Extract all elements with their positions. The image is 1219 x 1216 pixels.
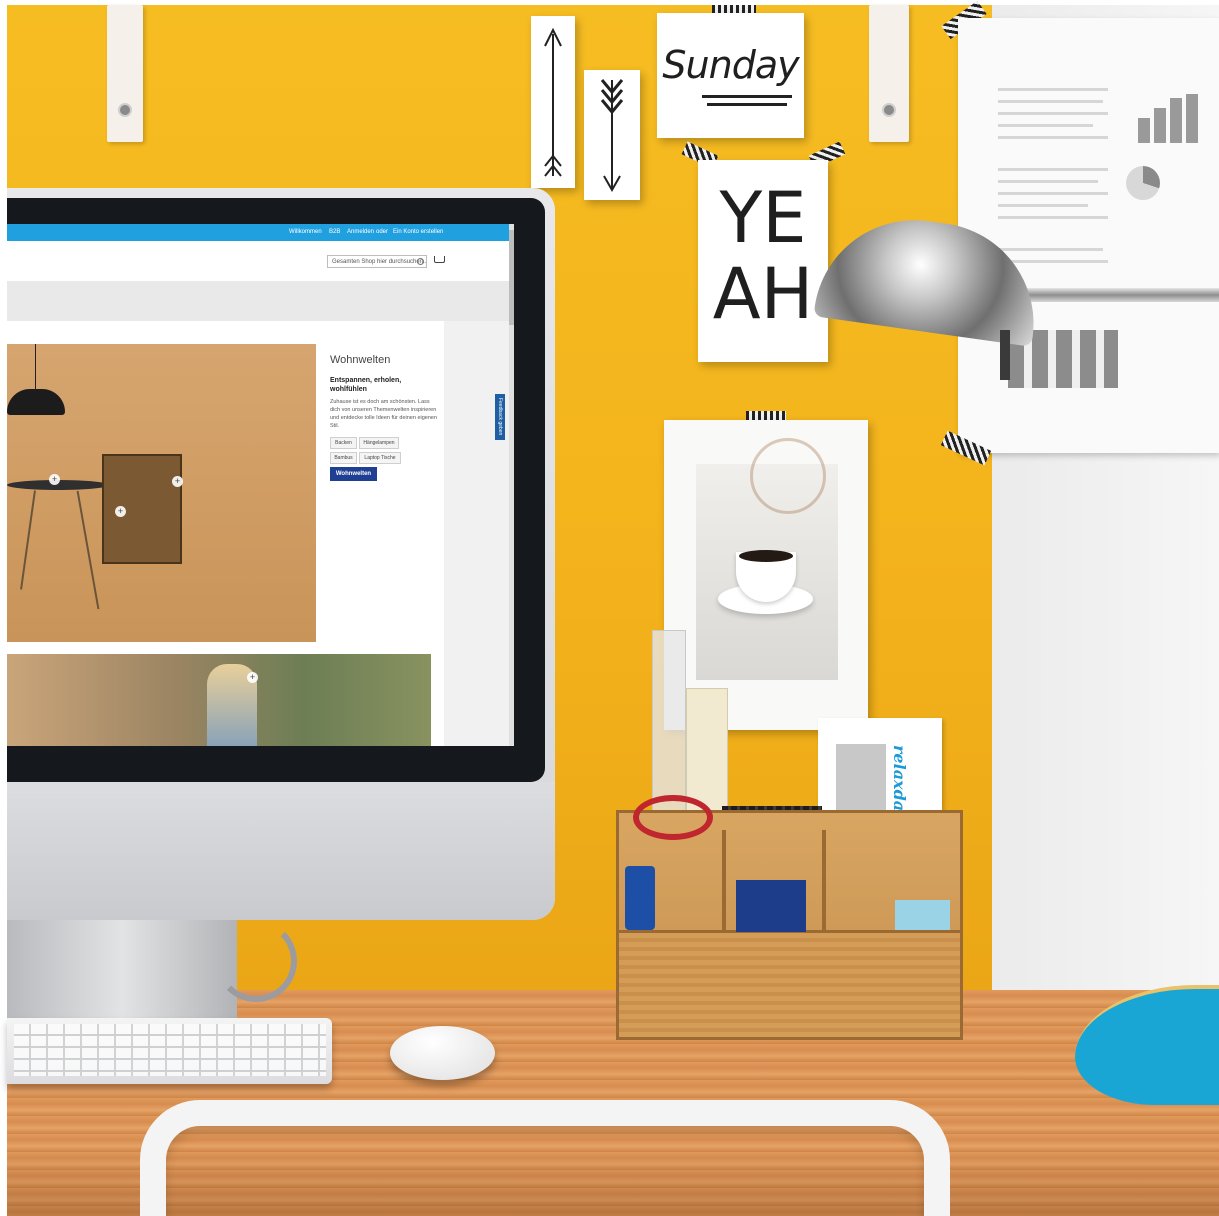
text-line xyxy=(998,260,1108,263)
doc-bar xyxy=(1186,94,1198,143)
mouse xyxy=(390,1026,495,1080)
arrow-up-icon xyxy=(544,27,562,177)
screw xyxy=(118,103,132,117)
tag-laptop-tische[interactable]: Laptop Tische xyxy=(359,452,401,464)
glue-stick xyxy=(625,866,655,930)
tag-backen[interactable]: Backen xyxy=(330,437,357,449)
text-line xyxy=(998,204,1088,207)
text-line xyxy=(998,124,1093,127)
topbar-link-login[interactable]: Anmelden xyxy=(347,229,374,235)
site-topbar: Willkommen B2B Anmelden oder Ein Konto e… xyxy=(7,224,514,241)
lamp-cord xyxy=(35,344,36,389)
table-leg xyxy=(76,490,100,610)
doc-pie xyxy=(1126,166,1160,200)
underline xyxy=(702,95,792,98)
lamp-arm xyxy=(1000,288,1219,302)
text-line xyxy=(998,88,1108,91)
sticky-notes xyxy=(895,900,950,930)
organizer-front xyxy=(616,930,963,1040)
promo-image-garden[interactable]: + xyxy=(7,654,431,746)
section-body: Zuhause ist es doch am schönsten. Lass d… xyxy=(330,399,438,429)
underline xyxy=(707,103,787,106)
cart-icon[interactable] xyxy=(434,256,445,263)
sunday-note: Sunday xyxy=(657,13,804,138)
doc-bar xyxy=(1138,118,1150,143)
plus-icon[interactable]: + xyxy=(247,672,258,683)
notebook xyxy=(736,880,806,932)
plus-icon[interactable]: + xyxy=(172,476,183,487)
plus-icon[interactable]: + xyxy=(49,474,60,485)
monitor-cable xyxy=(215,920,297,1002)
divider xyxy=(722,830,726,930)
wohnwelten-button[interactable]: Wohnwelten xyxy=(330,467,377,481)
yeah-text-line2: AH xyxy=(712,253,814,335)
search-input[interactable]: Gesamten Shop hier durchsuchen... xyxy=(327,255,427,268)
document-sheet xyxy=(958,18,1219,453)
plus-icon[interactable]: + xyxy=(115,506,126,517)
feedback-tab[interactable]: Feedback geben xyxy=(495,394,505,440)
lamp-switch xyxy=(1000,330,1010,380)
scissors xyxy=(633,795,713,840)
keyboard-rows xyxy=(14,1024,326,1076)
coffee xyxy=(739,550,793,562)
section-subtitle: Entspannen, erholen, wohlfühlen xyxy=(330,377,402,393)
arrow-down-icon xyxy=(600,79,624,193)
ruler xyxy=(652,630,686,812)
text-line xyxy=(998,248,1103,251)
nav-band xyxy=(7,281,514,321)
doc-bar xyxy=(1154,108,1166,143)
text-line xyxy=(998,180,1098,183)
promo-image-interior[interactable]: + + + xyxy=(7,344,316,642)
topbar-link-b2b[interactable]: B2B xyxy=(329,229,340,235)
topbar-link-register[interactable]: Ein Konto erstellen xyxy=(393,229,443,235)
white-chair xyxy=(140,1100,950,1216)
site-header: Gesamten Shop hier durchsuchen... xyxy=(7,241,514,281)
kitchen-cart xyxy=(102,454,182,564)
monitor-stand xyxy=(7,918,237,1018)
section-title: Wohnwelten xyxy=(330,354,391,366)
scrollbar-thumb[interactable] xyxy=(509,230,514,325)
screw xyxy=(882,103,896,117)
topbar-text-or: oder xyxy=(376,229,389,235)
monitor-chin xyxy=(7,782,555,920)
yeah-text-line1: YE xyxy=(719,177,807,259)
coffee-photo-card xyxy=(664,420,868,730)
text-line xyxy=(998,100,1103,103)
topbar-link-welcome[interactable]: Willkommen xyxy=(289,229,322,235)
monitor-screen: Willkommen B2B Anmelden oder Ein Konto e… xyxy=(7,224,514,746)
text-line xyxy=(998,168,1108,171)
tag-bambus[interactable]: Bambus xyxy=(330,452,357,464)
arrow-up-card xyxy=(531,16,575,188)
table-leg xyxy=(20,490,36,590)
wall-strip-left xyxy=(107,5,143,142)
arrow-down-card xyxy=(584,70,640,200)
yeah-note: YE AH xyxy=(698,160,828,362)
wall-strip-right xyxy=(869,5,909,142)
text-line xyxy=(998,216,1108,219)
text-line xyxy=(998,112,1108,115)
search-icon[interactable] xyxy=(417,258,424,265)
divider xyxy=(822,830,826,930)
doc-bar xyxy=(1170,98,1182,143)
sunday-text: Sunday xyxy=(662,43,799,87)
desk-scene: Sunday YE AH Willkommen B2B Anmelden ode… xyxy=(0,0,1219,1216)
text-line xyxy=(998,192,1108,195)
coffee-stain xyxy=(750,438,826,514)
pendant-lamp xyxy=(7,389,65,415)
tag-haengelampen[interactable]: Hängelampen xyxy=(359,437,399,449)
text-line xyxy=(998,136,1108,139)
